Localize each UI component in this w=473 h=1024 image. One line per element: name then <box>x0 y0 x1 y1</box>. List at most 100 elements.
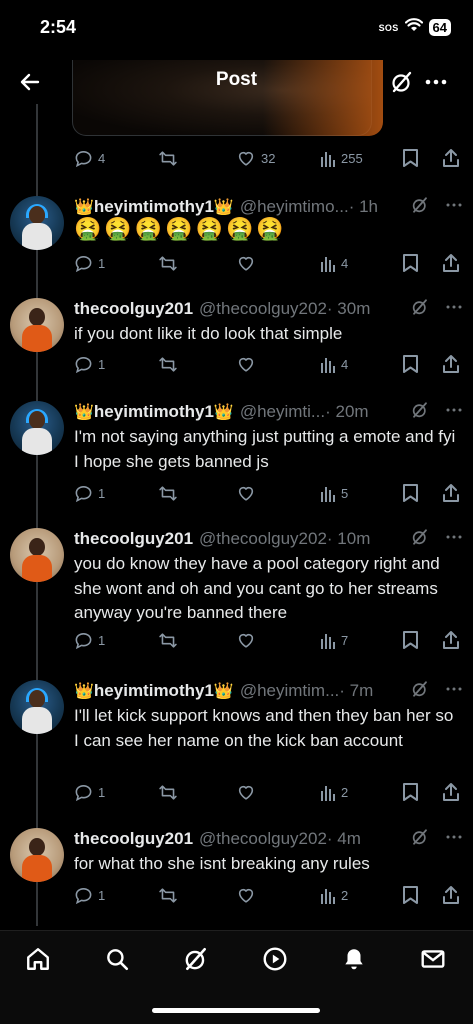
timestamp[interactable]: · 20m <box>325 402 368 422</box>
share-button[interactable] <box>442 780 460 804</box>
reply-button[interactable]: 1 <box>74 352 105 376</box>
reply-button[interactable]: 1 <box>74 883 105 907</box>
reply-button[interactable]: 1 <box>74 780 105 804</box>
timestamp[interactable]: · 4m <box>327 829 361 849</box>
tweet-header-actions <box>407 298 463 320</box>
more-options-button[interactable] <box>445 401 463 424</box>
repost-button[interactable] <box>157 883 179 907</box>
like-button[interactable] <box>236 481 261 505</box>
like-button[interactable] <box>236 352 261 376</box>
repost-button[interactable] <box>157 481 179 505</box>
heart-icon <box>238 785 254 800</box>
nav-video[interactable] <box>259 943 291 975</box>
bookmark-button[interactable] <box>402 481 419 505</box>
repost-button[interactable] <box>157 352 179 376</box>
views-button[interactable]: 2 <box>320 883 348 907</box>
user-handle[interactable]: @heyimtim... <box>240 681 339 701</box>
views-icon <box>321 888 335 904</box>
heart-icon <box>238 357 254 372</box>
avatar[interactable] <box>10 196 64 250</box>
reply-count: 1 <box>98 356 106 372</box>
reply-button[interactable]: 1 <box>74 251 105 275</box>
tweet-actions: 1 4 <box>72 352 462 376</box>
sos-label: SOS <box>378 22 399 33</box>
heart-icon <box>238 151 254 166</box>
bookmark-button[interactable] <box>402 628 419 652</box>
user-handle[interactable]: @thecoolguy202 <box>199 829 327 849</box>
tweet-header-actions <box>407 680 463 702</box>
grok-button[interactable] <box>411 401 429 424</box>
repost-button[interactable] <box>157 628 179 652</box>
bookmark-button[interactable] <box>402 883 419 907</box>
share-button[interactable] <box>442 628 460 652</box>
user-handle[interactable]: @heyimtimo... <box>240 197 349 217</box>
reply-count: 1 <box>98 485 106 501</box>
timestamp[interactable]: · 1h <box>349 197 378 217</box>
tweet-text: if you dont like it do look that simple <box>74 324 343 343</box>
nav-home[interactable] <box>22 943 54 975</box>
display-name[interactable]: thecoolguy201 <box>74 299 193 319</box>
avatar[interactable] <box>10 401 64 455</box>
reply-button[interactable]: 1 <box>74 628 105 652</box>
bookmark-button[interactable] <box>402 251 419 275</box>
like-button[interactable] <box>236 780 261 804</box>
views-button[interactable]: 2 <box>320 780 348 804</box>
share-button[interactable] <box>442 352 460 376</box>
crown-emoji: 👑 <box>213 404 234 421</box>
timestamp[interactable]: · 30m <box>327 299 370 319</box>
views-button[interactable]: 4 <box>320 352 348 376</box>
grok-button[interactable] <box>386 66 418 98</box>
share-button[interactable] <box>442 251 460 275</box>
more-options-button[interactable] <box>445 828 463 851</box>
reply-button[interactable]: 4 <box>74 146 105 170</box>
nav-messages[interactable] <box>417 943 449 975</box>
bookmark-button[interactable] <box>402 780 419 804</box>
avatar[interactable] <box>10 680 64 734</box>
grok-button[interactable] <box>411 528 429 551</box>
avatar[interactable] <box>10 298 64 352</box>
share-button[interactable] <box>442 883 460 907</box>
nav-grok[interactable] <box>180 943 212 975</box>
like-count: 32 <box>261 150 276 166</box>
reply-button[interactable]: 1 <box>74 481 105 505</box>
more-options-button[interactable] <box>420 66 452 98</box>
display-name[interactable]: thecoolguy201 <box>74 829 193 849</box>
timestamp[interactable]: · 7m <box>339 681 373 701</box>
grok-button[interactable] <box>411 828 429 851</box>
avatar[interactable] <box>10 828 64 882</box>
display-name[interactable]: heyimtimothy1 <box>94 402 214 422</box>
grok-button[interactable] <box>411 196 429 219</box>
repost-button[interactable] <box>157 780 179 804</box>
bookmark-button[interactable] <box>402 146 419 170</box>
user-handle[interactable]: @thecoolguy202 <box>199 529 327 549</box>
display-name[interactable]: heyimtimothy1 <box>94 681 214 701</box>
user-handle[interactable]: @heyimti... <box>240 402 325 422</box>
more-options-button[interactable] <box>445 196 463 219</box>
more-options-button[interactable] <box>445 680 463 703</box>
like-button[interactable] <box>236 628 261 652</box>
more-options-button[interactable] <box>445 298 463 321</box>
repost-button[interactable] <box>157 146 179 170</box>
views-button[interactable]: 4 <box>320 251 348 275</box>
nav-search[interactable] <box>101 943 133 975</box>
grok-button[interactable] <box>411 298 429 321</box>
user-handle[interactable]: @thecoolguy202 <box>199 299 327 319</box>
display-name[interactable]: heyimtimothy1 <box>94 197 214 217</box>
like-button[interactable]: 32 <box>236 146 275 170</box>
views-button[interactable]: 7 <box>320 628 348 652</box>
share-button[interactable] <box>442 146 460 170</box>
bookmark-button[interactable] <box>402 352 419 376</box>
repost-button[interactable] <box>157 251 179 275</box>
nav-notifications[interactable] <box>338 943 370 975</box>
avatar[interactable] <box>10 528 64 582</box>
grok-button[interactable] <box>411 680 429 703</box>
more-options-button[interactable] <box>445 528 463 551</box>
timestamp[interactable]: · 10m <box>327 529 370 549</box>
battery-indicator: 64 <box>428 19 451 36</box>
views-button[interactable]: 5 <box>320 481 348 505</box>
views-button[interactable]: 255 <box>320 146 363 170</box>
display-name[interactable]: thecoolguy201 <box>74 529 193 549</box>
like-button[interactable] <box>236 251 261 275</box>
share-button[interactable] <box>442 481 460 505</box>
like-button[interactable] <box>236 883 261 907</box>
